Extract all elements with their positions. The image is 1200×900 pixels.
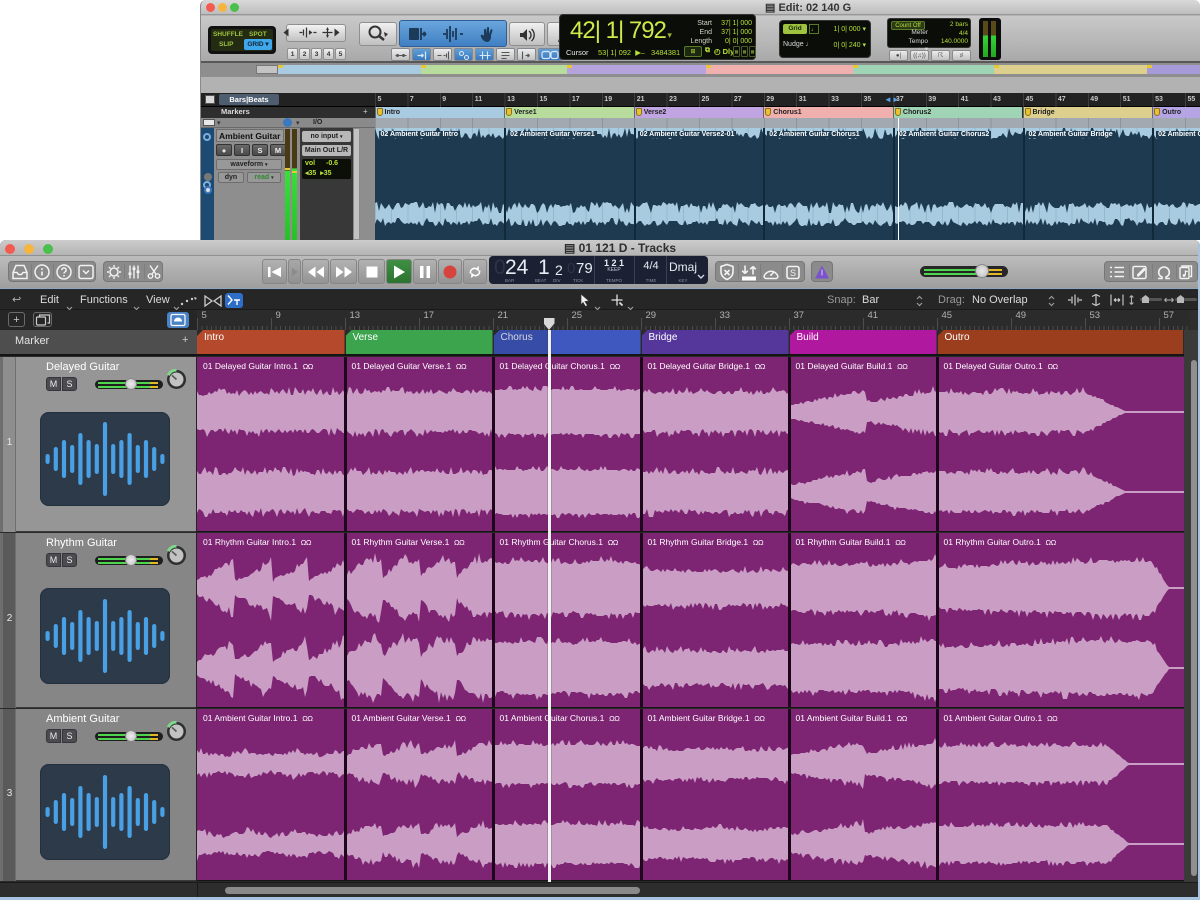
svg-text:S: S — [790, 268, 796, 278]
